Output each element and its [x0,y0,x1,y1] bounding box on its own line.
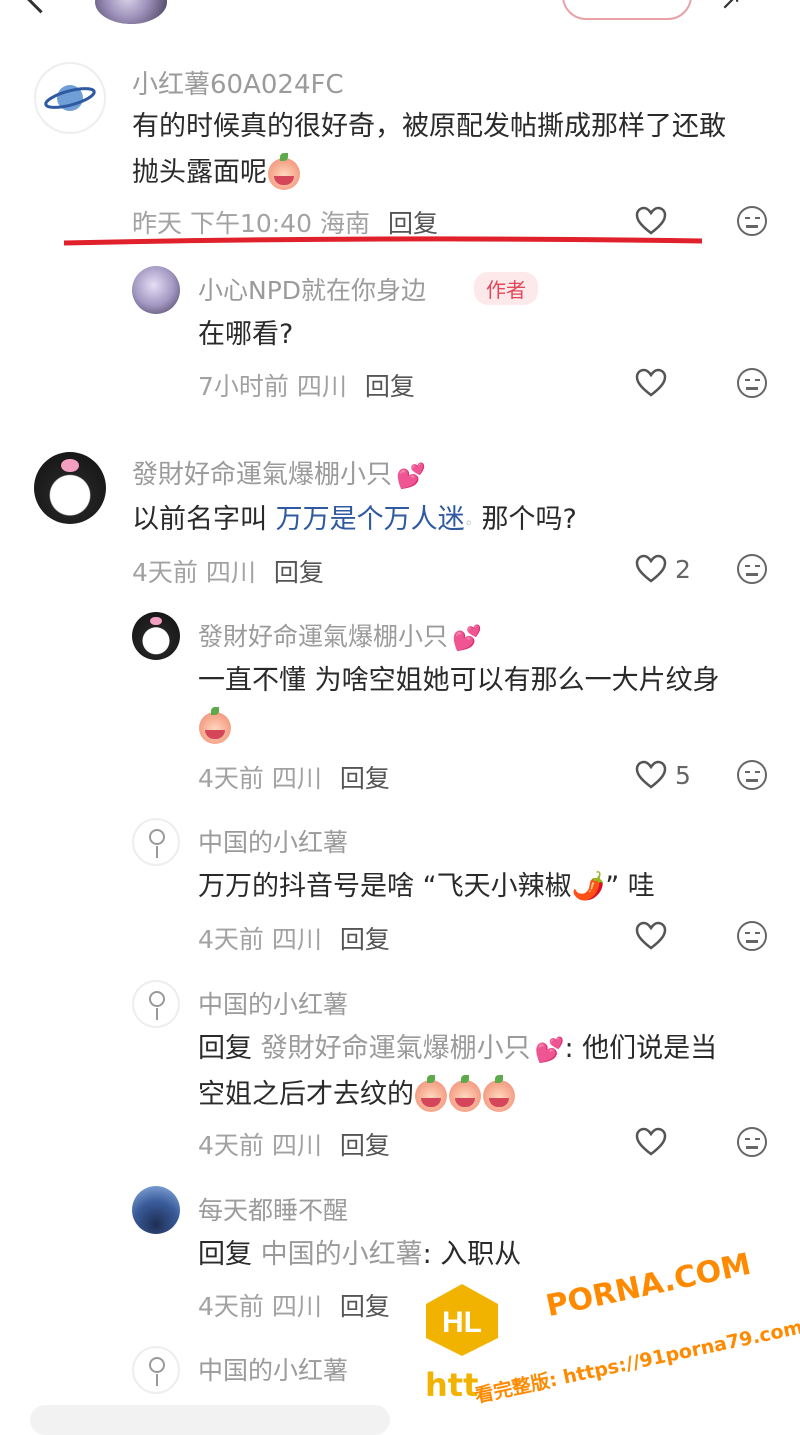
comment-text-line2 [198,704,232,750]
comment-author[interactable]: 小红薯60A024FC [132,64,344,101]
reply-button[interactable]: 回复 [340,925,390,954]
comment-text: 一直不懂 为啥空姐她可以有那么一大片纹身 [198,665,720,696]
comment-time: 7小时前 四川 [198,372,347,401]
comment-author[interactable]: 小心NPD就在你身边 [198,271,426,307]
comment-text-part: 空姐之后才去纹的 [198,1079,414,1110]
comment-author[interactable]: 每天都睡不醒 [198,1191,348,1227]
comment-text-line2: 抛头露面呢 [132,150,301,196]
comment-text: 在哪看? [198,319,294,350]
user-avatar[interactable] [132,818,180,866]
search-icon: ◦ [464,516,473,532]
author-badge: 作者 [474,272,538,305]
comment-author[interactable]: 發財好命運氣爆棚小只 💕 [198,617,482,653]
like-count: 2 [675,555,691,584]
comment-author[interactable]: 中国的小红薯 [198,823,348,859]
comment-text: 回复 中国的小红薯: 入职从 [198,1232,521,1278]
comment-time: 昨天 下午10:40 海南 [132,209,370,238]
pink-hearts-icon: 💕 [396,461,426,490]
watermark-http: htt [425,1366,479,1404]
highlight-underline [63,236,703,246]
user-avatar[interactable] [34,62,106,134]
planet-icon [44,85,96,111]
watermark-brand: PORNA.COM [543,1246,754,1325]
comment-author[interactable]: 中国的小红薯 [198,985,348,1021]
comment-text-part: 以前名字叫 [132,504,267,535]
like-heart-icon[interactable] [635,921,667,951]
comment-text: 回复 發財好命運氣爆棚小只 💕: 他们说是当 [198,1026,717,1073]
user-avatar[interactable] [132,1346,180,1394]
crying-emoji-icon [199,706,231,744]
dislike-face-icon[interactable] [737,554,767,584]
like-heart-icon[interactable] [635,368,667,398]
dislike-face-icon[interactable] [737,1127,767,1157]
comment-author[interactable]: 發財好命運氣爆棚小只 💕 [132,454,426,491]
comment-time: 4天前 四川 [198,1292,322,1321]
like-count: 5 [675,761,691,790]
author-name: 發財好命運氣爆棚小只 [198,622,449,651]
reply-target-name[interactable]: 中国的小红薯 [261,1239,423,1270]
back-icon[interactable] [25,0,56,14]
watermark-url: 看完整版: https://91porna79.com [472,1316,800,1408]
comment-meta: 4天前 四川 回复 [198,759,390,795]
pink-hearts-icon: 💕 [452,624,482,652]
comment-meta: 4天前 四川 回复 [198,920,390,956]
reply-button[interactable]: 回复 [388,209,438,238]
comment-text-line2: 空姐之后才去纹的 [198,1072,516,1118]
user-avatar[interactable] [132,266,180,314]
like-heart-icon[interactable] [635,206,667,236]
reply-target-name[interactable]: 發財好命運氣爆棚小只 [261,1033,531,1064]
crying-emoji-icon [483,1074,515,1112]
author-avatar[interactable] [95,0,167,24]
reply-prefix: 回复 [198,1033,252,1064]
reply-prefix: 回复 [198,1239,252,1270]
comment-meta: 4天前 四川 回复 [132,553,324,589]
comment-text-part: : 入职从 [422,1239,522,1270]
user-avatar[interactable] [132,612,180,660]
crying-emoji-icon [415,1074,447,1112]
comment-text: 有的时候真的很好奇，被原配发帖撕成那样了还敢 [132,111,726,142]
watermark-logo: HL [426,1284,498,1356]
search-link[interactable]: 万万是个万人迷 [276,504,465,535]
watermark-logo-text: HL [442,1306,482,1339]
comment-text: 万万的抖音号是啥 “飞天小辣椒🌶️” 哇 [198,871,655,902]
like-heart-icon[interactable] [635,554,667,584]
crying-emoji-icon [268,152,300,190]
like-heart-icon[interactable] [635,1127,667,1157]
user-avatar[interactable] [34,452,106,524]
dislike-face-icon[interactable] [737,368,767,398]
comment-text-part: 抛头露面呢 [132,157,267,188]
crying-emoji-icon [449,1074,481,1112]
author-name: 發財好命運氣爆棚小只 [132,460,393,490]
comment-meta: 4天前 四川 回复 [198,1126,390,1162]
like-heart-icon[interactable] [635,760,667,790]
pink-hearts-icon: 💕 [534,1035,565,1064]
comment-time: 4天前 四川 [198,764,322,793]
comment-input-bar[interactable] [30,1405,390,1435]
comment-text: 以前名字叫 万万是个万人迷◦ 那个吗? [132,497,577,547]
dislike-face-icon[interactable] [737,921,767,951]
reply-button[interactable]: 回复 [340,1131,390,1160]
comment-time: 4天前 四川 [132,558,256,587]
comment-meta: 4天前 四川 回复 [198,1287,390,1323]
comment-time: 4天前 四川 [198,1131,322,1160]
dislike-face-icon[interactable] [737,760,767,790]
comment-meta: 7小时前 四川 回复 [198,367,415,403]
reply-button[interactable]: 回复 [340,1292,390,1321]
user-avatar[interactable] [132,980,180,1028]
comment-meta: 昨天 下午10:40 海南 回复 [132,204,438,240]
reply-button[interactable]: 回复 [274,558,324,587]
reply-button[interactable]: 回复 [340,764,390,793]
comment-author[interactable]: 中国的小红薯 [198,1351,348,1387]
comment-text-part: : 他们说是当 [564,1033,718,1064]
comment-text-part: 那个吗? [481,504,577,535]
reply-button[interactable]: 回复 [365,372,415,401]
follow-button[interactable] [562,0,692,20]
dislike-face-icon[interactable] [737,206,767,236]
comment-time: 4天前 四川 [198,925,322,954]
share-icon[interactable]: ↗ [720,0,742,16]
user-avatar[interactable] [132,1186,180,1234]
